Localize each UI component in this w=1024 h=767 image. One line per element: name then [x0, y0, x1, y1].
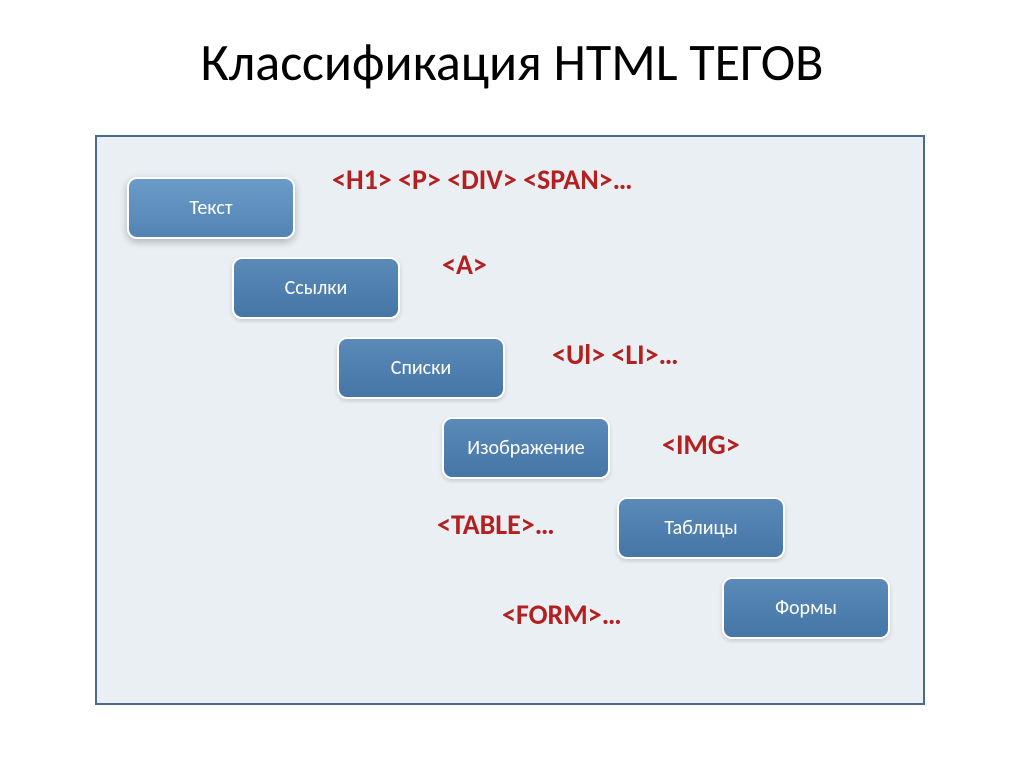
tags-links: <A>: [442, 247, 487, 282]
tags-tables: <TABLE>…: [437, 507, 555, 542]
step-label: Изображение: [467, 436, 584, 460]
step-label: Таблицы: [664, 516, 737, 540]
diagram-container: Текст <H1> <P> <DIV> <SPAN>… Ссылки <A> …: [95, 135, 925, 705]
step-tables: Таблицы: [617, 497, 785, 559]
step-forms: Формы: [722, 577, 890, 639]
tags-forms: <FORM>…: [502, 597, 622, 632]
step-links: Ссылки: [232, 257, 400, 319]
step-text: Текст: [127, 177, 295, 239]
tags-images: <IMG>: [662, 427, 740, 462]
step-label: Формы: [775, 596, 837, 620]
step-label: Текст: [189, 196, 232, 220]
step-label: Ссылки: [285, 276, 348, 300]
step-images: Изображение: [442, 417, 610, 479]
step-label: Списки: [391, 356, 451, 380]
slide-title: Классификация HTML ТЕГОВ: [0, 30, 1024, 94]
tags-text: <H1> <P> <DIV> <SPAN>…: [332, 162, 633, 197]
tags-lists: <Ul> <LI>…: [552, 337, 679, 372]
step-lists: Списки: [337, 337, 505, 399]
